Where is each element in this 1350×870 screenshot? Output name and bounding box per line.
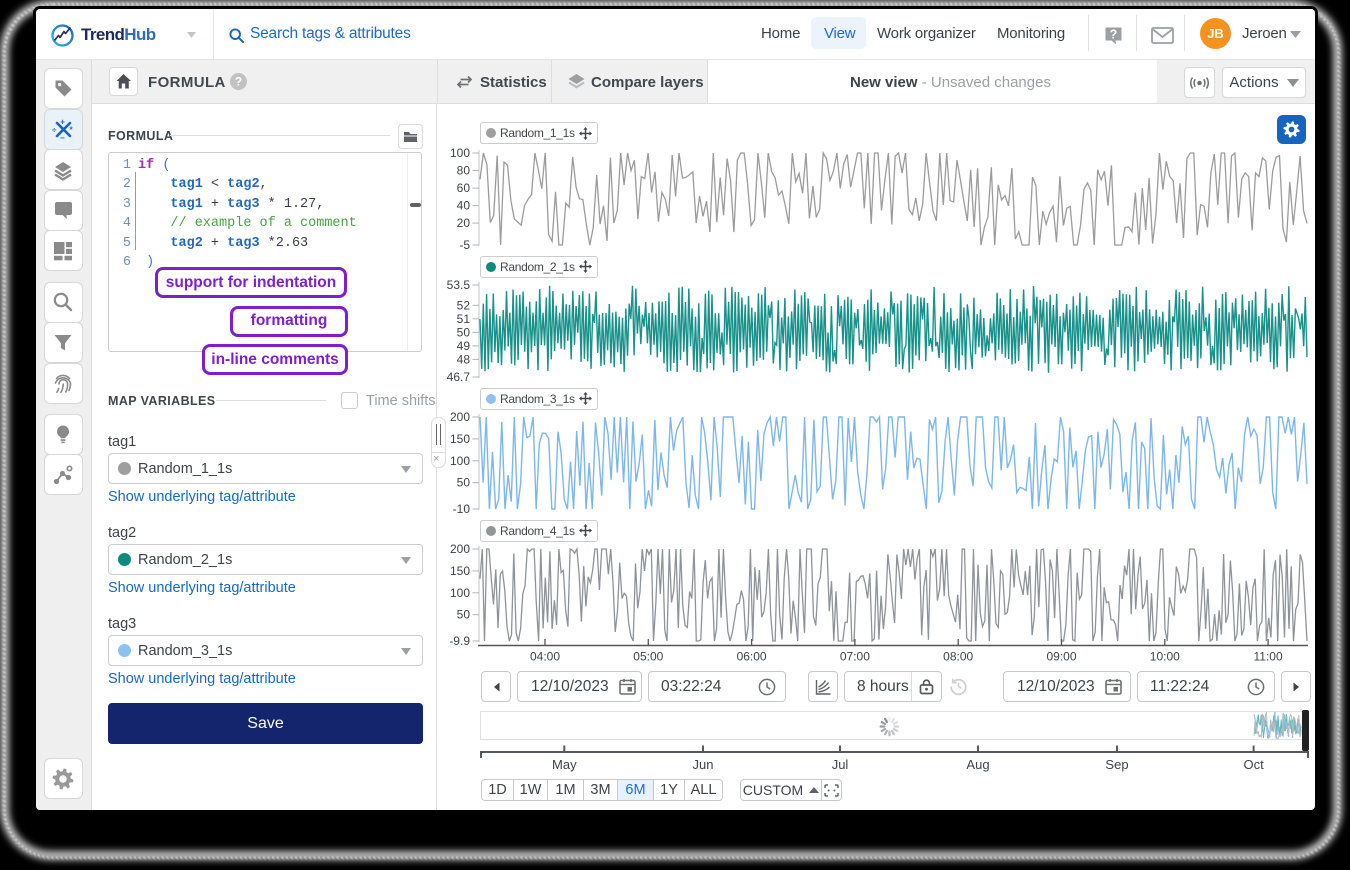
svg-text:46.7: 46.7 xyxy=(447,370,471,384)
svg-text:-10: -10 xyxy=(453,502,471,516)
svg-text:40: 40 xyxy=(457,199,471,213)
svg-text:-5: -5 xyxy=(459,238,470,252)
svg-text:Jun: Jun xyxy=(693,757,714,772)
svg-text:200: 200 xyxy=(450,542,470,556)
svg-text:49: 49 xyxy=(457,339,471,353)
svg-text:11:00: 11:00 xyxy=(1254,650,1283,664)
svg-text:100: 100 xyxy=(450,146,470,160)
svg-text:150: 150 xyxy=(450,432,470,446)
svg-text:80: 80 xyxy=(457,164,471,178)
svg-text:Aug: Aug xyxy=(966,757,989,772)
svg-text:−: − xyxy=(60,133,65,141)
svg-text:08:00: 08:00 xyxy=(943,650,973,664)
svg-text:07:00: 07:00 xyxy=(840,650,870,664)
svg-text:-9.9: -9.9 xyxy=(449,634,470,648)
svg-text:?: ? xyxy=(1110,28,1118,42)
svg-text:100: 100 xyxy=(450,454,470,468)
svg-text:May: May xyxy=(552,757,577,772)
svg-text:?: ? xyxy=(235,75,242,89)
svg-text:06:00: 06:00 xyxy=(737,650,767,664)
svg-text:48: 48 xyxy=(457,352,471,366)
svg-text:Oct: Oct xyxy=(1243,757,1264,772)
svg-text:÷: ÷ xyxy=(52,125,57,134)
svg-text:51: 51 xyxy=(457,312,471,326)
svg-text:Sep: Sep xyxy=(1105,757,1128,772)
svg-text:10:00: 10:00 xyxy=(1150,650,1180,664)
svg-text:50: 50 xyxy=(457,325,471,339)
svg-text:Jul: Jul xyxy=(832,757,849,772)
svg-text:04:00: 04:00 xyxy=(530,650,560,664)
svg-text:09:00: 09:00 xyxy=(1046,650,1076,664)
svg-text:200: 200 xyxy=(450,410,470,424)
svg-text:05:00: 05:00 xyxy=(633,650,663,664)
svg-text:*: * xyxy=(69,125,73,134)
svg-text:100: 100 xyxy=(450,586,470,600)
svg-text:20: 20 xyxy=(457,216,471,230)
svg-text:53.5: 53.5 xyxy=(447,278,471,292)
svg-text:50: 50 xyxy=(457,608,471,622)
svg-text:150: 150 xyxy=(450,564,470,578)
svg-text:+: + xyxy=(60,118,65,127)
svg-text:52: 52 xyxy=(457,298,471,312)
svg-text:60: 60 xyxy=(457,181,471,195)
svg-text:50: 50 xyxy=(457,476,471,490)
